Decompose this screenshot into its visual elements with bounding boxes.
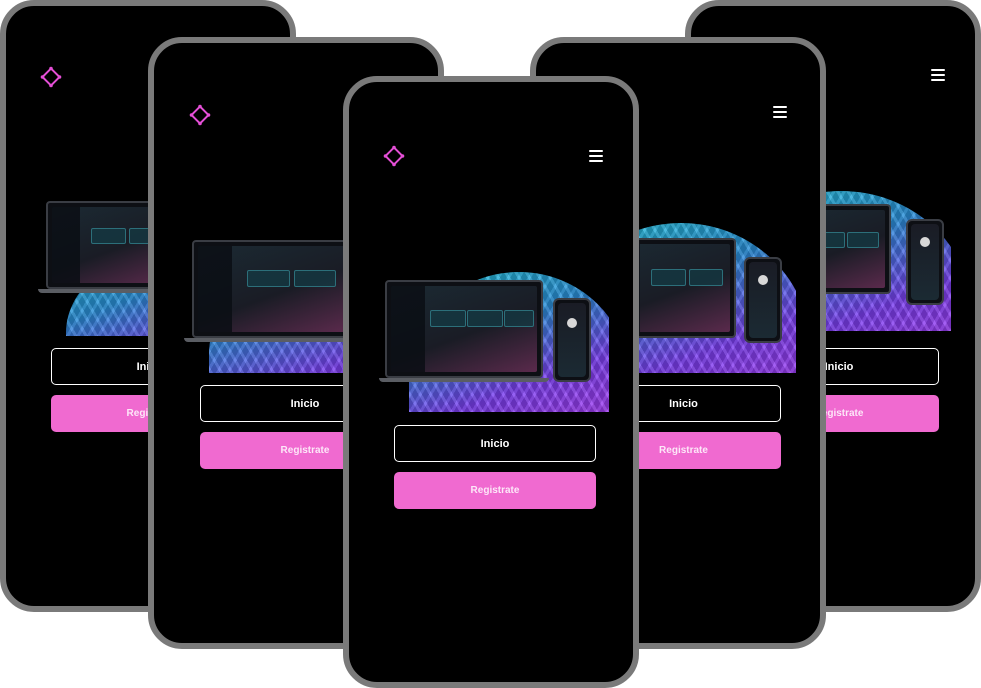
mobile-mockup xyxy=(553,298,591,382)
hamburger-menu-icon[interactable] xyxy=(773,106,787,118)
diamond-logo-icon[interactable] xyxy=(40,66,62,88)
laptop-mockup xyxy=(192,240,352,338)
hamburger-menu-icon[interactable] xyxy=(589,150,603,162)
mobile-mockup xyxy=(744,257,782,343)
register-button[interactable]: Registrate xyxy=(394,472,596,509)
diamond-logo-icon[interactable] xyxy=(189,104,211,126)
hero-image xyxy=(379,262,609,412)
login-button[interactable]: Inicio xyxy=(394,425,596,462)
laptop-mockup xyxy=(385,280,543,378)
hamburger-menu-icon[interactable] xyxy=(931,69,945,81)
diamond-logo-icon[interactable] xyxy=(383,145,405,167)
mobile-mockup xyxy=(906,219,944,305)
phone-mockup-center: Inicio Registrate xyxy=(343,76,639,688)
